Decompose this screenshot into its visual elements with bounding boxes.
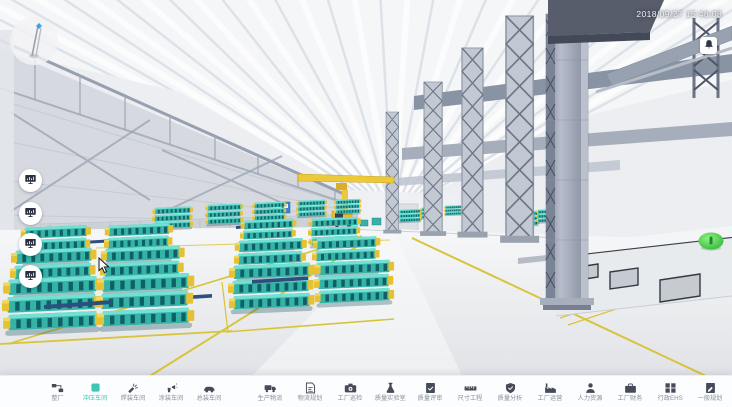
module-item-label: 尺寸工程 [458,395,483,402]
module-button-group: 生产物流 物流规划 工厂巡检 质量实验室 质量评审 尺寸工程 质量分析 工厂运营 人力资源 工厂财… [250,376,730,407]
module-item-label: 工厂运营 [538,395,563,402]
workshop-tab-4[interactable]: 涂装车间 [152,376,190,407]
welding-torch-icon [127,381,140,394]
dashboard-icon [24,206,37,221]
scene-stat-button-3[interactable] [19,233,42,256]
person-icon [584,381,597,394]
bottom-toolbar: 整厂 冲压车间 焊装车间 涂装车间 总装车间 生产物流 物流规划 工厂巡检 质量实验室 质量评审… [0,375,732,407]
bell-icon [703,38,715,53]
workshop-tab-label: 冲压车间 [83,395,108,402]
factory-icon [544,381,557,394]
module-item-label: 质量评审 [418,395,443,402]
workshop-tab-label: 总装车间 [197,395,222,402]
flask-icon [384,381,397,394]
notification-bell-button[interactable] [700,37,717,54]
scene-stat-button-4[interactable] [19,265,42,288]
module-item-label: 物流规划 [298,395,323,402]
steel-column [540,14,594,310]
doc-plan-icon [704,381,717,394]
module-item-2[interactable]: 物流规划 [291,376,329,407]
module-item-label: 工厂财务 [618,395,643,402]
workshop-tab-3[interactable]: 焊装车间 [114,376,152,407]
module-item-label: 工厂巡检 [338,395,363,402]
3d-viewport[interactable] [0,0,732,376]
grid-icon [664,381,677,394]
dashboard-icon [24,237,37,252]
workshop-tab-label: 整厂 [51,395,63,402]
workshop-tab-1[interactable]: 整厂 [38,376,76,407]
module-item-6[interactable]: 尺寸工程 [451,376,489,407]
shield-icon [504,381,517,394]
datetime-display: 2018/09/27 15:48:08 [636,9,722,19]
factory-scene [0,0,732,376]
briefcase-icon [624,381,637,394]
workshop-tab-group: 整厂 冲压车间 焊装车间 涂装车间 总装车间 [38,376,228,407]
dashboard-icon [24,269,37,284]
module-item-4[interactable]: 质量实验室 [371,376,409,407]
module-item-label: 质量实验室 [375,395,406,402]
doc-check-icon [424,381,437,394]
workshop-tab-label: 涂装车间 [159,395,184,402]
stamping-square-icon [89,381,102,394]
plant-layout-icon [51,381,64,394]
compass-widget[interactable] [8,15,60,67]
module-item-8[interactable]: 工厂运营 [531,376,569,407]
module-item-10[interactable]: 工厂财务 [611,376,649,407]
module-item-12[interactable]: 一般规划 [691,376,729,407]
module-item-label: 行政EHS [657,395,682,402]
digital-twin-app: 2018/09/27 15:48:08 整厂 冲压车间 焊装车间 涂装车间 总装车间 生… [0,0,732,407]
module-item-5[interactable]: 质量评审 [411,376,449,407]
status-marker-green[interactable] [699,233,724,251]
module-item-label: 生产物流 [258,395,283,402]
spray-gun-icon [165,381,178,394]
workshop-tab-2[interactable]: 冲压车间 [76,376,114,407]
scene-stat-button-2[interactable] [19,202,42,225]
module-item-label: 质量分析 [498,395,523,402]
scene-stat-button-1[interactable] [19,169,42,192]
module-item-3[interactable]: 工厂巡检 [331,376,369,407]
dashboard-icon [24,173,37,188]
camera-icon [344,381,357,394]
car-icon [203,381,216,394]
truck-icon [264,381,277,394]
module-item-label: 人力资源 [578,395,603,402]
module-item-1[interactable]: 生产物流 [251,376,289,407]
module-item-11[interactable]: 行政EHS [651,376,689,407]
module-item-7[interactable]: 质量分析 [491,376,529,407]
workshop-tab-label: 焊装车间 [121,395,146,402]
ruler-icon [464,381,477,394]
module-item-label: 一般规划 [698,395,723,402]
module-item-9[interactable]: 人力资源 [571,376,609,407]
logistics-plan-icon [304,381,317,394]
workshop-tab-5[interactable]: 总装车间 [190,376,228,407]
